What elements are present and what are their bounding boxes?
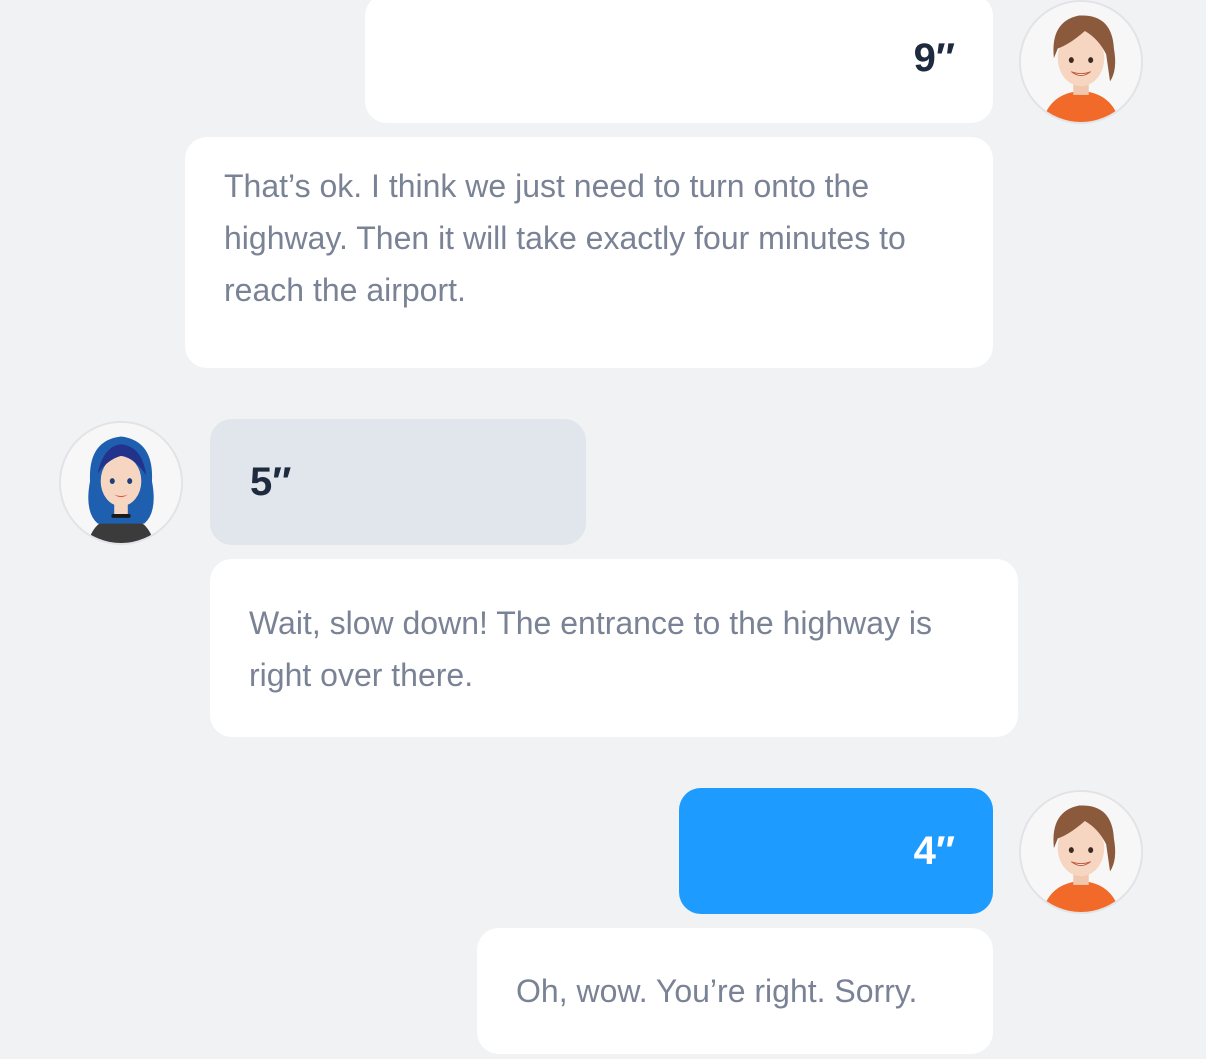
duration-label: 9″ [913,36,955,80]
duration-label: 5″ [250,459,292,504]
man-avatar [1019,0,1143,124]
transcript-text: That’s ok. I think we just need to turn … [224,168,906,308]
transcript-bubble: Oh, wow. You’re right. Sorry. [477,928,993,1054]
transcript-bubble: Wait, slow down! The entrance to the hig… [210,559,1018,737]
duration-label: 4″ [913,828,955,873]
audio-duration-bubble-active[interactable]: 4″ [679,788,993,914]
transcript-bubble: That’s ok. I think we just need to turn … [185,137,993,368]
woman-avatar [59,421,183,545]
audio-duration-bubble[interactable]: 5″ [210,419,586,545]
man-avatar [1019,790,1143,914]
transcript-text: Oh, wow. You’re right. Sorry. [516,973,918,1009]
audio-duration-bubble[interactable]: 9″ [365,0,993,123]
transcript-text: Wait, slow down! The entrance to the hig… [249,605,933,693]
